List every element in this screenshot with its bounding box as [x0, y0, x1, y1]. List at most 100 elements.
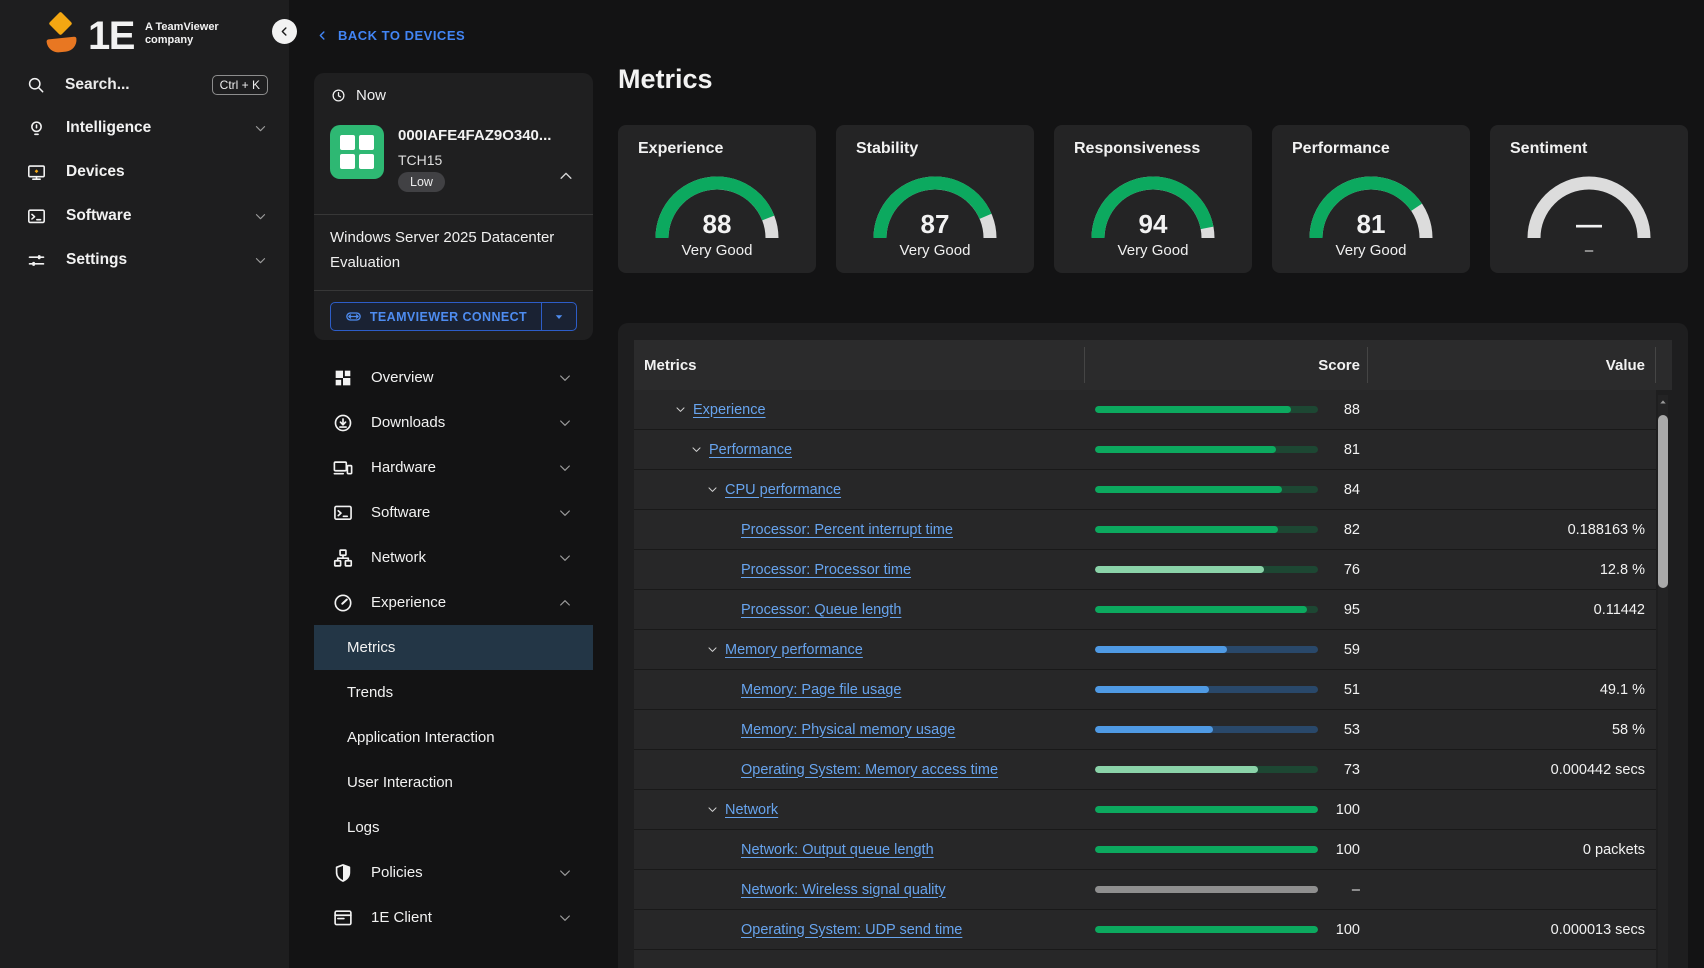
device-id: 000IAFE4FAZ9O340...	[398, 127, 551, 144]
score-value: 95	[1344, 602, 1360, 618]
table-header: Metrics Score Value	[634, 340, 1672, 390]
connect-dropdown-button[interactable]	[541, 303, 576, 330]
menu-subitem-label: Trends	[347, 684, 393, 701]
menu-item-overview[interactable]: Overview	[314, 355, 593, 400]
menu-subitem-trends[interactable]: Trends	[314, 670, 593, 715]
menu-item-downloads[interactable]: Downloads	[314, 400, 593, 445]
metric-link[interactable]: Processor: Queue length	[741, 602, 901, 618]
gauge-card-experience: Experience88Very Good	[618, 125, 816, 273]
score-bar-fill	[1095, 686, 1209, 693]
score-bar	[1095, 446, 1318, 453]
metric-link[interactable]: Processor: Percent interrupt time	[741, 522, 953, 538]
shield-icon	[332, 862, 354, 884]
score-value: 88	[1344, 402, 1360, 418]
scroll-up-arrow-icon[interactable]	[1658, 397, 1668, 407]
metric-value: 58 %	[1368, 722, 1656, 738]
metric-link[interactable]: Memory performance	[725, 642, 863, 658]
metric-row-processor-percent-interrupt-time: Processor: Percent interrupt time 82 0.188…	[634, 510, 1656, 550]
menu-subitem-logs[interactable]: Logs	[314, 805, 593, 850]
expand-chevron-icon[interactable]	[706, 803, 719, 816]
metric-link[interactable]: Experience	[693, 402, 766, 418]
score-bar-fill	[1095, 646, 1227, 653]
metric-value: 0.188163 %	[1368, 522, 1656, 538]
chevron-down-icon	[253, 209, 268, 224]
gauge-label: –	[1490, 242, 1688, 259]
expand-chevron-icon[interactable]	[690, 443, 703, 456]
teamviewer-connect-button[interactable]: TEAMVIEWER CONNECT	[331, 303, 541, 330]
sidebar-item-devices[interactable]: Devices	[0, 150, 289, 194]
vertical-scrollbar[interactable]	[1658, 395, 1668, 968]
status-badge: Low	[398, 172, 445, 192]
gauge-value: 81	[1272, 209, 1470, 240]
chevron-down-icon	[557, 460, 573, 476]
gauge-card-responsiveness: Responsiveness94Very Good	[1054, 125, 1252, 273]
expand-chevron-icon[interactable]	[674, 403, 687, 416]
divider	[314, 214, 593, 215]
menu-item-1e-client[interactable]: 1E Client	[314, 895, 593, 940]
expand-chevron-icon[interactable]	[706, 643, 719, 656]
menu-item-network[interactable]: Network	[314, 535, 593, 580]
metric-link[interactable]: Network	[725, 802, 778, 818]
menu-item-experience[interactable]: Experience	[314, 580, 593, 625]
metric-link[interactable]: Performance	[709, 442, 792, 458]
score-value: 82	[1344, 522, 1360, 538]
device-card: Now 000IAFE4FAZ9O340... TCH15 Low Window…	[314, 73, 593, 340]
os-label: Windows Server 2025 Datacenter Evaluatio…	[330, 225, 576, 275]
score-value: –	[1352, 882, 1360, 898]
score-value: 73	[1344, 762, 1360, 778]
chevron-up-icon[interactable]	[557, 167, 575, 185]
metric-link[interactable]: Memory: Physical memory usage	[741, 722, 955, 738]
column-header-score: Score	[1085, 357, 1368, 374]
chevron-down-icon	[557, 415, 573, 431]
sidebar-item-settings[interactable]: Settings	[0, 238, 289, 282]
download-icon	[332, 412, 354, 434]
menu-subitem-user-interaction[interactable]: User Interaction	[314, 760, 593, 805]
score-bar-fill	[1095, 766, 1258, 773]
terminal-icon	[26, 206, 47, 227]
back-to-devices-link[interactable]: BACK TO DEVICES	[316, 28, 465, 43]
column-separator	[1084, 347, 1085, 383]
metric-link[interactable]: Memory: Page file usage	[741, 682, 901, 698]
search-placeholder: Search...	[65, 76, 130, 94]
metric-value: 0.000442 secs	[1368, 762, 1656, 778]
metric-link[interactable]: Operating System: Memory access time	[741, 762, 998, 778]
metric-link[interactable]: Network: Wireless signal quality	[741, 882, 946, 898]
teamviewer-connect-split-button: TEAMVIEWER CONNECT	[330, 302, 577, 331]
sidebar-collapse-button[interactable]	[272, 19, 297, 44]
score-value: 84	[1344, 482, 1360, 498]
search-input[interactable]: Search... Ctrl + K	[0, 68, 289, 102]
menu-item-software[interactable]: Software	[314, 490, 593, 535]
score-bar	[1095, 526, 1318, 533]
gauge-title: Experience	[638, 140, 723, 158]
scrollbar-thumb[interactable]	[1658, 415, 1668, 588]
gauge-label: Very Good	[836, 242, 1034, 259]
score-bar-fill	[1095, 446, 1276, 453]
score-bar	[1095, 926, 1318, 933]
device-menu: OverviewDownloadsHardwareSoftwareNetwork…	[314, 355, 593, 940]
metric-row-network-output-queue-length: Network: Output queue length1000 packets	[634, 830, 1656, 870]
metric-row-performance: Performance81	[634, 430, 1656, 470]
chevron-down-icon	[253, 121, 268, 136]
metric-link[interactable]: CPU performance	[725, 482, 841, 498]
metric-link[interactable]: Operating System: UDP send time	[741, 922, 962, 938]
metric-link[interactable]: Processor: Processor time	[741, 562, 911, 578]
gauge-title: Responsiveness	[1074, 140, 1200, 158]
score-value: 100	[1336, 842, 1360, 858]
menu-item-policies[interactable]: Policies	[314, 850, 593, 895]
sidebar-item-label: Settings	[66, 251, 234, 269]
menu-subitem-application-interaction[interactable]: Application Interaction	[314, 715, 593, 760]
metric-row-processor-processor-time: Processor: Processor time7612.8 %	[634, 550, 1656, 590]
brand-tagline: A TeamViewer company	[145, 21, 219, 47]
score-value: 76	[1344, 562, 1360, 578]
score-bar	[1095, 686, 1318, 693]
menu-item-label: Policies	[371, 864, 540, 881]
sidebar-item-software[interactable]: Software	[0, 194, 289, 238]
metric-link[interactable]: Network: Output queue length	[741, 842, 934, 858]
metric-row-network: Network100	[634, 790, 1656, 830]
sliders-icon	[26, 250, 47, 271]
menu-item-hardware[interactable]: Hardware	[314, 445, 593, 490]
gauge-label: Very Good	[618, 242, 816, 259]
sidebar-item-intelligence[interactable]: Intelligence	[0, 106, 289, 150]
menu-subitem-metrics[interactable]: Metrics	[314, 625, 593, 670]
expand-chevron-icon[interactable]	[706, 483, 719, 496]
